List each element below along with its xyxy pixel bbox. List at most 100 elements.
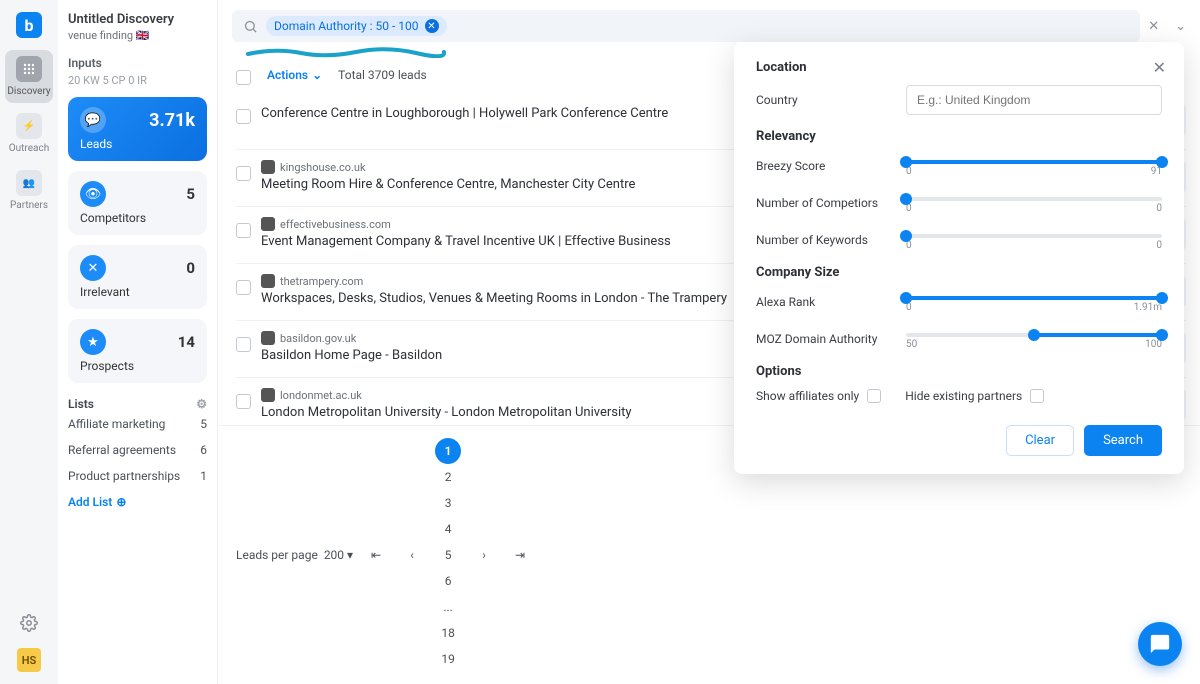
favicon (261, 160, 275, 174)
panel-close-icon[interactable]: ✕ (1153, 58, 1166, 77)
search-button[interactable]: Search (1084, 425, 1162, 456)
list-item[interactable]: Affiliate marketing5 (68, 411, 207, 437)
chat-icon: 💬 (80, 107, 106, 133)
row-checkbox[interactable] (236, 280, 251, 295)
hide-partners-checkbox[interactable] (1030, 389, 1044, 403)
grid-icon (16, 56, 42, 82)
relevancy-heading: Relevancy (756, 129, 1162, 144)
page-last-icon[interactable]: ⇥ (507, 542, 533, 568)
card-label: Irrelevant (80, 285, 195, 299)
list-item[interactable]: Referral agreements 6 (68, 437, 207, 463)
breezy-slider[interactable] (906, 160, 1162, 164)
card-competitors[interactable]: 👁 5 Competitors (68, 171, 207, 235)
search-bar[interactable]: Domain Authority : 50 - 100 ✕ (232, 10, 1140, 42)
row-checkbox[interactable] (236, 223, 251, 238)
chip-label: Domain Authority : 50 - 100 (274, 19, 419, 33)
page-number[interactable]: 3 (435, 490, 461, 516)
gear-icon[interactable] (20, 614, 38, 636)
moz-slider-label: MOZ Domain Authority (756, 332, 906, 346)
list-item[interactable]: Product partnerships1 (68, 463, 207, 489)
card-value: 5 (186, 185, 195, 203)
chat-fab[interactable] (1138, 622, 1182, 666)
page-number: ... (435, 594, 461, 620)
rail-discovery[interactable]: Discovery (5, 50, 53, 103)
list-name: Referral agreements (68, 443, 176, 457)
row-checkbox[interactable] (236, 109, 251, 124)
per-page-select[interactable]: 200 ▾ (324, 548, 353, 562)
affiliates-checkbox[interactable] (867, 389, 881, 403)
lead-domain: londonmet.ac.uk (280, 389, 362, 402)
alexa-slider[interactable] (906, 296, 1162, 300)
row-checkbox[interactable] (236, 337, 251, 352)
list-count: 1 (200, 469, 207, 483)
list-count: 6 (200, 443, 207, 457)
select-all-checkbox[interactable] (236, 70, 251, 85)
rail-label: Partners (10, 200, 48, 211)
card-prospects[interactable]: ★ 14 Prospects (68, 319, 207, 383)
nkw-slider[interactable] (906, 234, 1162, 238)
alexa-slider-label: Alexa Rank (756, 295, 906, 309)
card-value: 0 (186, 259, 195, 277)
chevron-down-icon[interactable]: ⌄ (1175, 19, 1186, 34)
actions-label: Actions (267, 68, 308, 82)
moz-slider[interactable] (906, 333, 1162, 337)
favicon (261, 388, 275, 402)
add-list-button[interactable]: Add List ⊕ (68, 495, 207, 509)
per-page-label: Leads per page (236, 548, 318, 562)
total-leads: Total 3709 leads (338, 68, 427, 82)
ncomp-slider-label: Number of Competiors (756, 196, 906, 210)
card-leads[interactable]: 💬 3.71k Leads (68, 97, 207, 161)
card-label: Leads (80, 137, 195, 151)
rail-label: Outreach (9, 143, 49, 154)
people-icon: 👥 (16, 170, 42, 196)
clear-button[interactable]: Clear (1006, 425, 1074, 456)
page-number[interactable]: 19 (435, 646, 461, 672)
rail-outreach[interactable]: ⚡ Outreach (5, 107, 53, 160)
country-input[interactable] (906, 85, 1162, 115)
chip-remove-icon[interactable]: ✕ (425, 19, 439, 33)
add-list-label: Add List (68, 495, 112, 509)
lists-gear-icon[interactable]: ⚙ (196, 397, 207, 411)
filter-chip[interactable]: Domain Authority : 50 - 100 ✕ (266, 16, 447, 36)
page-first-icon[interactable]: ⇤ (363, 542, 389, 568)
page-number[interactable]: 1 (435, 438, 461, 464)
page-next-icon[interactable]: › (471, 542, 497, 568)
discovery-subtitle: venue finding 🇬🇧 (68, 29, 207, 42)
lead-domain: kingshouse.co.uk (280, 161, 366, 174)
page-number[interactable]: 4 (435, 516, 461, 542)
lists-heading: Lists (68, 397, 94, 411)
nav-rail: b Discovery ⚡ Outreach 👥 Partners HS (0, 0, 58, 684)
rail-partners[interactable]: 👥 Partners (5, 164, 53, 217)
eye-icon: 👁 (80, 181, 106, 207)
chevron-down-icon: ▾ (347, 548, 353, 562)
lead-domain: basildon.gov.uk (280, 332, 356, 345)
hide-partners-option[interactable]: Hide existing partners (905, 389, 1044, 403)
size-heading: Company Size (756, 265, 1162, 280)
card-value: 14 (178, 333, 195, 351)
favicon (261, 331, 275, 345)
page-number[interactable]: 2 (435, 464, 461, 490)
row-checkbox[interactable] (236, 394, 251, 409)
row-checkbox[interactable] (236, 166, 251, 181)
page-prev-icon[interactable]: ‹ (399, 542, 425, 568)
page-number[interactable]: 18 (435, 620, 461, 646)
ncomp-slider[interactable] (906, 197, 1162, 201)
card-irrelevant[interactable]: ✕ 0 Irrelevant (68, 245, 207, 309)
affiliates-option[interactable]: Show affiliates only (756, 389, 881, 403)
avatar[interactable]: HS (17, 648, 41, 672)
nkw-slider-label: Number of Keywords (756, 233, 906, 247)
favicon (261, 274, 275, 288)
rail-label: Discovery (7, 86, 50, 97)
card-label: Competitors (80, 211, 195, 225)
card-label: Prospects (80, 359, 195, 373)
breezy-slider-label: Breezy Score (756, 159, 906, 173)
inputs-meta: 20 KW 5 CP 0 IR (68, 74, 207, 87)
sidebar: Untitled Discovery venue finding 🇬🇧 Inpu… (58, 0, 218, 684)
actions-dropdown[interactable]: Actions ⌄ (267, 68, 322, 82)
country-label: Country (756, 93, 906, 107)
options-heading: Options (756, 364, 1162, 379)
page-number[interactable]: 6 (435, 568, 461, 594)
close-icon[interactable]: ✕ (1148, 19, 1159, 34)
search-icon (242, 18, 258, 34)
page-number[interactable]: 5 (435, 542, 461, 568)
